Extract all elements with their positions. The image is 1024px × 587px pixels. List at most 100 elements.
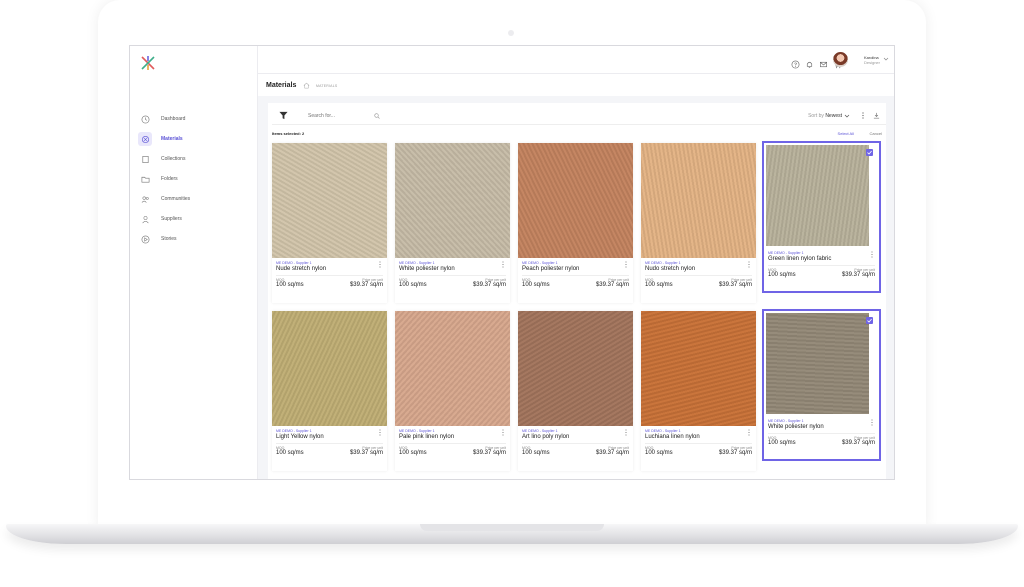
material-card[interactable]: ME DEMO - Supplier 1 White poliester nylo… <box>762 309 881 461</box>
material-metrics: MOQ 100 sq/ms Price per unit $39.37 sq/m <box>522 275 629 288</box>
download-icon[interactable] <box>873 112 880 119</box>
more-options-icon[interactable] <box>501 261 505 268</box>
material-name[interactable]: Nudo stretch nylon <box>645 266 752 272</box>
sidebar-item-suppliers[interactable]: Suppliers <box>136 209 252 229</box>
more-options-icon[interactable] <box>378 261 382 268</box>
material-name[interactable]: Light Yellow nylon <box>276 434 383 440</box>
more-options-icon[interactable] <box>501 429 505 436</box>
price-value: $39.37 sq/m <box>595 450 629 456</box>
sidebar-item-dashboard[interactable]: Dashboard <box>136 109 252 129</box>
material-card[interactable]: ME DEMO - Supplier 1 Luchiana linen nylon… <box>641 311 756 471</box>
material-card[interactable]: ME DEMO - Supplier 1 Nudo stretch nylon MO… <box>641 143 756 303</box>
material-card[interactable]: ME DEMO - Supplier 1 Peach poliester nylo… <box>518 143 633 303</box>
more-options-icon[interactable] <box>747 261 751 268</box>
supplier-name[interactable]: ME DEMO - Supplier 1 <box>522 429 629 433</box>
material-image[interactable] <box>272 311 387 426</box>
supplier-name[interactable]: ME DEMO - Supplier 1 <box>522 261 629 265</box>
checkbox-checked-icon[interactable] <box>866 149 873 156</box>
moq-value: 100 sq/ms <box>645 450 673 456</box>
material-name[interactable]: Art lino poly nylon <box>522 434 629 440</box>
price-value: $39.37 sq/m <box>472 450 506 456</box>
material-card[interactable]: ME DEMO - Supplier 1 White poliester nylo… <box>395 143 510 303</box>
material-image[interactable] <box>641 311 756 426</box>
search-input[interactable] <box>304 110 384 122</box>
moq-value: 100 sq/ms <box>645 282 673 288</box>
sidebar-item-label: Suppliers <box>161 216 182 222</box>
laptop-notch <box>420 524 604 531</box>
avatar[interactable] <box>833 52 848 67</box>
home-icon[interactable] <box>303 82 310 89</box>
material-name[interactable]: White poliester nylon <box>399 266 506 272</box>
sidebar-item-communities[interactable]: Communities <box>136 189 252 209</box>
user-info[interactable]: Karolina Designer <box>864 55 880 65</box>
material-image[interactable] <box>766 145 869 246</box>
moq-block: MOQ 100 sq/ms <box>399 278 453 288</box>
cancel-button[interactable]: Cancel <box>870 131 882 136</box>
chevron-down-icon[interactable] <box>844 113 850 119</box>
sidebar-nav: Dashboard Materials Collections Folders Comm… <box>136 109 252 249</box>
material-name[interactable]: Nude stretch nylon <box>276 266 383 272</box>
material-name[interactable]: Green linen nylon fabric <box>768 256 875 262</box>
material-name[interactable]: Pale pink linen nylon <box>399 434 506 440</box>
main-content: Sort by Newest Items selected: 2 Select … <box>258 96 894 479</box>
material-card[interactable]: ME DEMO - Supplier 1 Art lino poly nylon M… <box>518 311 633 471</box>
selection-row: Items selected: 2 Select All Cancel <box>272 129 886 139</box>
material-name[interactable]: Luchiana linen nylon <box>645 434 752 440</box>
material-info: ME DEMO - Supplier 1 Nude stretch nylon MO… <box>276 261 383 288</box>
material-name[interactable]: White poliester nylon <box>768 424 875 430</box>
more-options-icon[interactable] <box>378 429 382 436</box>
sort-dropdown[interactable]: Sort by Newest <box>808 113 842 119</box>
material-name[interactable]: Peach poliester nylon <box>522 266 629 272</box>
material-image[interactable] <box>641 143 756 258</box>
supplier-name[interactable]: ME DEMO - Supplier 1 <box>768 251 875 255</box>
material-image[interactable] <box>518 143 633 258</box>
filter-icon[interactable] <box>279 111 288 120</box>
supplier-name[interactable]: ME DEMO - Supplier 1 <box>645 429 752 433</box>
breadcrumb[interactable]: MATERIALS <box>316 84 337 88</box>
more-options-icon[interactable] <box>860 112 866 119</box>
price-value: $39.37 sq/m <box>718 282 752 288</box>
bell-icon[interactable] <box>805 56 814 68</box>
sidebar-item-collections[interactable]: Collections <box>136 149 252 169</box>
supplier-name[interactable]: ME DEMO - Supplier 1 <box>276 261 383 265</box>
more-options-icon[interactable] <box>624 261 628 268</box>
material-card[interactable]: ME DEMO - Supplier 1 Pale pink linen nylo… <box>395 311 510 471</box>
supplier-name[interactable]: ME DEMO - Supplier 1 <box>276 429 383 433</box>
material-image[interactable] <box>395 311 510 426</box>
price-value: $39.37 sq/m <box>841 440 875 446</box>
material-image[interactable] <box>272 143 387 258</box>
sidebar-item-stories[interactable]: Stories <box>136 229 252 249</box>
more-options-icon[interactable] <box>870 251 874 258</box>
price-block: Price per unit $39.37 sq/m <box>699 446 752 456</box>
supplier-name[interactable]: ME DEMO - Supplier 1 <box>399 429 506 433</box>
material-info: ME DEMO - Supplier 1 White poliester nylo… <box>768 419 875 446</box>
help-icon[interactable] <box>791 56 800 69</box>
more-options-icon[interactable] <box>624 429 628 436</box>
supplier-name[interactable]: ME DEMO - Supplier 1 <box>645 261 752 265</box>
material-metrics: MOQ 100 sq/ms Price per unit $39.37 sq/m <box>645 275 752 288</box>
checkbox-checked-icon[interactable] <box>866 317 873 324</box>
items-selected-count: Items selected: 2 <box>272 131 305 136</box>
clock-icon <box>139 113 151 125</box>
more-options-icon[interactable] <box>747 429 751 436</box>
logo-icon[interactable] <box>140 55 156 71</box>
material-image[interactable] <box>766 313 869 414</box>
supplier-name[interactable]: ME DEMO - Supplier 1 <box>399 261 506 265</box>
sidebar-item-folders[interactable]: Folders <box>136 169 252 189</box>
material-image[interactable] <box>518 311 633 426</box>
material-card[interactable]: ME DEMO - Supplier 1 Green linen nylon fa… <box>762 141 881 293</box>
more-options-icon[interactable] <box>870 419 874 426</box>
person-icon <box>139 213 151 225</box>
material-card[interactable]: ME DEMO - Supplier 1 Nude stretch nylon MO… <box>272 143 387 303</box>
chevron-down-icon[interactable] <box>883 56 889 62</box>
material-image[interactable] <box>395 143 510 258</box>
search-icon[interactable] <box>374 113 380 119</box>
sidebar-item-materials[interactable]: Materials <box>136 129 252 149</box>
supplier-name[interactable]: ME DEMO - Supplier 1 <box>768 419 875 423</box>
material-card[interactable]: ME DEMO - Supplier 1 Light Yellow nylon MO… <box>272 311 387 471</box>
sort-prefix: Sort by <box>808 113 824 119</box>
select-all-button[interactable]: Select All <box>838 131 854 136</box>
sidebar-item-label: Materials <box>161 136 183 142</box>
mail-icon[interactable] <box>819 56 828 68</box>
material-metrics: MOQ 100 sq/ms Price per unit $39.37 sq/m <box>276 275 383 288</box>
